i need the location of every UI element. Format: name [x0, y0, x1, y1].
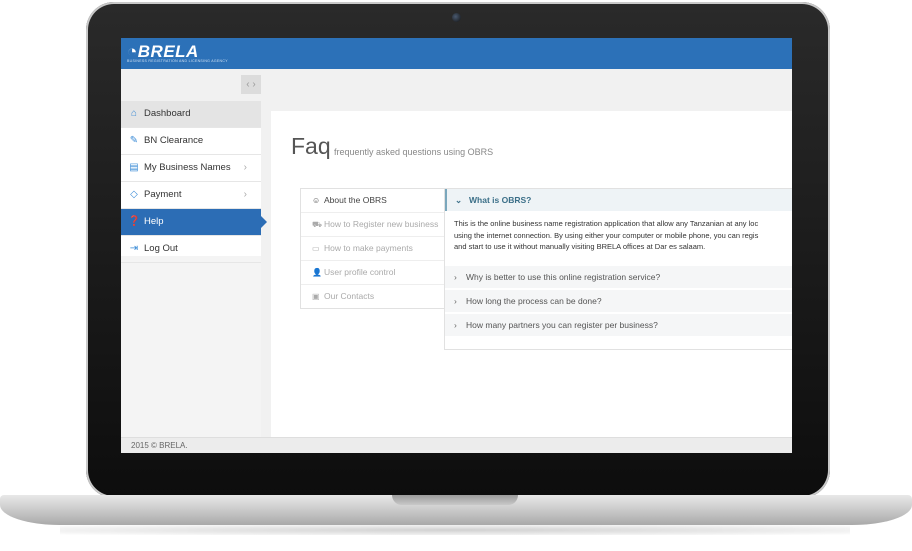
- chevron-right-icon: ›: [243, 162, 247, 173]
- page-subtitle: frequently asked questions using OBRS: [334, 147, 494, 157]
- laptop-notch: [392, 495, 518, 505]
- money-icon: ▭: [312, 244, 320, 253]
- sidebar-menu: ⌂ Dashboard ✎ BN Clearance ▤ My Business…: [121, 101, 267, 263]
- sidebar-item-label: Payment: [144, 189, 182, 200]
- sidebar-item-log-out[interactable]: ⇥ Log Out: [121, 236, 261, 263]
- tab-label: How to Register new business: [324, 219, 439, 229]
- sidebar-item-label: My Business Names: [144, 162, 231, 173]
- sidebar-item-label: BN Clearance: [144, 135, 204, 146]
- tab-make-payments[interactable]: ▭ How to make payments: [301, 236, 446, 260]
- tab-label: About the OBRS: [324, 195, 387, 205]
- faq-question[interactable]: › How long the process can be done?: [445, 290, 792, 312]
- chevron-right-icon: ›: [243, 189, 247, 200]
- faq-accordion: ⌄ What is OBRS? This is the online busin…: [444, 188, 792, 350]
- question-icon: ❓: [128, 216, 141, 227]
- chevron-down-icon: ⌄: [455, 195, 463, 205]
- faq-answer-line: This is the online business name registr…: [454, 219, 759, 228]
- tab-label: User profile control: [324, 267, 396, 277]
- chevron-right-icon: ›: [454, 272, 457, 282]
- faq-question-text: What is OBRS?: [469, 195, 532, 205]
- faq-question[interactable]: › How many partners you can register per…: [445, 314, 792, 336]
- app-screen: ◔BRELA BUSINESS REGISTRATION AND LICENSI…: [121, 38, 792, 453]
- logo-tagline: BUSINESS REGISTRATION AND LICENSING AGEN…: [127, 59, 228, 63]
- sidebar-item-label: Log Out: [144, 243, 178, 254]
- faq-category-tabs: ☺ About the OBRS ⛟ How to Register new b…: [300, 188, 447, 309]
- tab-user-profile[interactable]: 👤 User profile control: [301, 260, 446, 284]
- faq-answer-line: and start to use it without manually vis…: [454, 242, 706, 251]
- faq-question-text: Why is better to use this online registr…: [466, 272, 661, 282]
- contact-icon: ▣: [312, 292, 320, 301]
- sidebar-item-payment[interactable]: ◇ Payment ›: [121, 182, 261, 209]
- faq-question-open[interactable]: ⌄ What is OBRS?: [445, 189, 792, 211]
- page-title: Faq: [291, 133, 331, 160]
- cart-icon: ⛟: [312, 220, 323, 229]
- home-icon: ⌂: [130, 108, 138, 119]
- sidebar-item-help[interactable]: ❓ Help: [121, 209, 267, 236]
- sidebar-item-label: Help: [144, 216, 164, 227]
- laptop-shadow: [60, 525, 850, 535]
- logout-icon: ⇥: [129, 243, 139, 254]
- sidebar-item-dashboard[interactable]: ⌂ Dashboard: [121, 101, 261, 128]
- edit-icon: ✎: [129, 135, 139, 146]
- document-icon: ▤: [129, 162, 139, 173]
- chevron-right-icon: ›: [454, 320, 457, 330]
- chevron-right-icon: ›: [454, 296, 457, 306]
- webcam-icon: [452, 13, 461, 22]
- faq-answer-line: using the internet connection. By using …: [454, 230, 759, 240]
- footer-copyright: 2015 © BRELA.: [131, 441, 188, 450]
- main-content: Faq frequently asked questions using OBR…: [271, 111, 792, 437]
- faq-answer: This is the online business name registr…: [445, 211, 792, 266]
- sidebar-item-my-business-names[interactable]: ▤ My Business Names ›: [121, 155, 261, 182]
- tag-icon: ◇: [130, 189, 138, 200]
- tab-our-contacts[interactable]: ▣ Our Contacts: [301, 284, 446, 308]
- faq-question-text: How long the process can be done?: [466, 296, 602, 306]
- chevron-left-right-icon: ‹ ›: [246, 79, 256, 90]
- page-title-text: Faq: [291, 133, 331, 159]
- tab-register-business[interactable]: ⛟ How to Register new business: [301, 212, 446, 236]
- tab-label: How to make payments: [324, 243, 413, 253]
- footer: 2015 © BRELA.: [121, 437, 792, 453]
- user-icon: 👤: [312, 268, 322, 277]
- tab-about-obrs[interactable]: ☺ About the OBRS: [301, 189, 446, 212]
- header-bar: ◔BRELA BUSINESS REGISTRATION AND LICENSI…: [121, 38, 792, 69]
- smile-icon: ☺: [312, 196, 321, 205]
- faq-question[interactable]: › Why is better to use this online regis…: [445, 266, 792, 288]
- sidebar-item-bn-clearance[interactable]: ✎ BN Clearance: [121, 128, 261, 155]
- sidebar-toggle-button[interactable]: ‹ ›: [241, 75, 261, 94]
- faq-question-text: How many partners you can register per b…: [466, 320, 658, 330]
- sidebar-item-label: Dashboard: [144, 108, 191, 119]
- sidebar-empty-area: [121, 256, 261, 437]
- tab-label: Our Contacts: [324, 291, 375, 301]
